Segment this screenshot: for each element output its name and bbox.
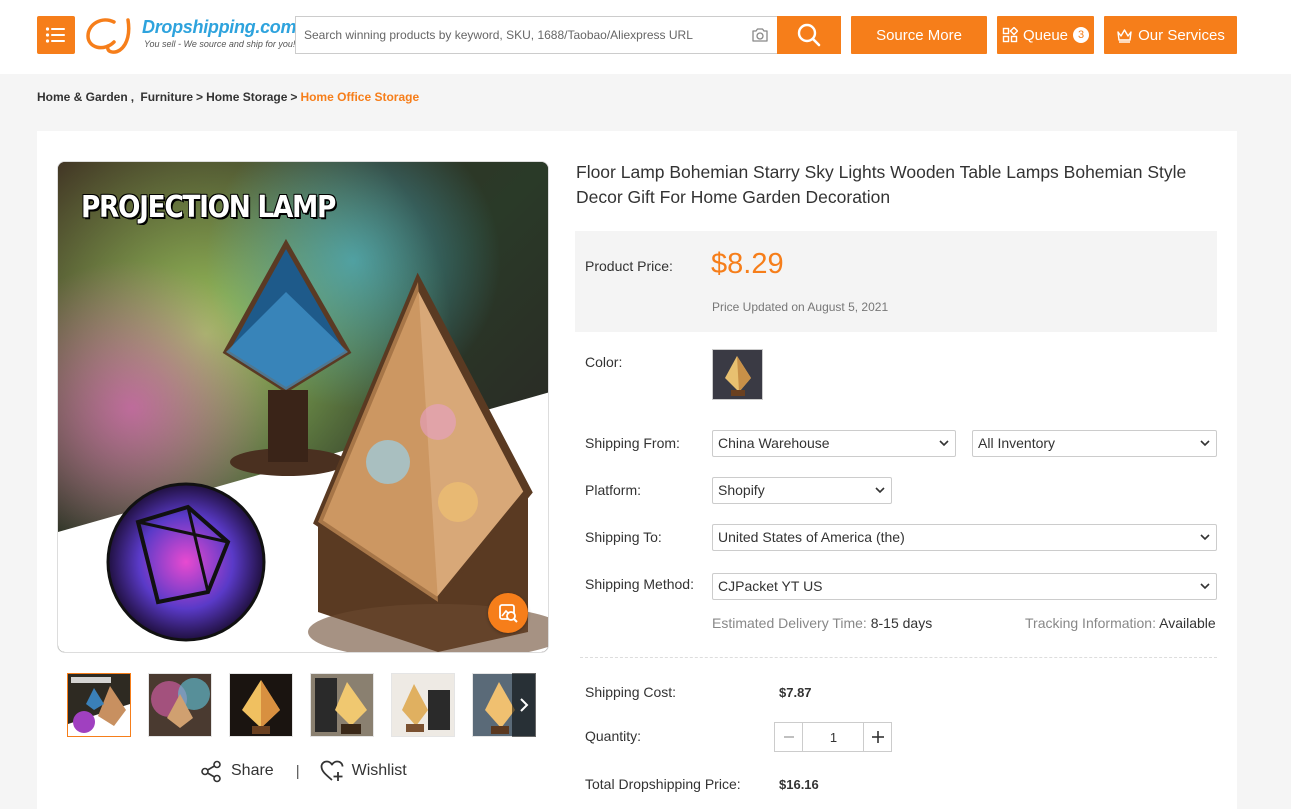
shipping-from-value: China Warehouse	[718, 435, 830, 451]
thumbnail[interactable]	[310, 673, 374, 737]
thumbnail[interactable]	[391, 673, 455, 737]
source-more-button[interactable]: Source More	[851, 16, 987, 54]
shipping-to-value: United States of America (the)	[718, 529, 905, 545]
chevron-down-icon	[1200, 534, 1210, 541]
queue-count-badge: 3	[1073, 27, 1090, 43]
queue-icon	[1002, 27, 1018, 43]
shipping-to-select[interactable]: United States of America (the)	[712, 524, 1217, 551]
wishlist-label: Wishlist	[351, 762, 407, 779]
queue-label: Queue	[1022, 26, 1069, 44]
color-label: Color:	[585, 354, 623, 370]
thumbnail-strip	[67, 673, 537, 737]
top-header: Dropshipping.com You sell - We source an…	[0, 0, 1291, 74]
total-price-value: $16.16	[779, 777, 819, 792]
breadcrumb-separator: >	[290, 90, 298, 104]
inventory-value: All Inventory	[978, 435, 1056, 451]
tracking-value: Available	[1159, 615, 1216, 631]
share-icon	[201, 760, 221, 782]
search-button[interactable]	[777, 16, 841, 54]
tracking-information: Tracking Information: Available	[1025, 615, 1216, 631]
chevron-down-icon	[1200, 583, 1210, 590]
platform-select[interactable]: Shopify	[712, 477, 892, 504]
product-title: Floor Lamp Bohemian Starry Sky Lights Wo…	[576, 162, 1187, 207]
chevron-down-icon	[875, 487, 885, 494]
action-divider: |	[295, 762, 300, 780]
shipping-method-label: Shipping Method:	[585, 576, 694, 592]
product-price: $8.29	[711, 248, 784, 280]
thumbnail[interactable]	[67, 673, 131, 737]
inventory-select[interactable]: All Inventory	[972, 430, 1217, 457]
price-updated-text: Price Updated on August 5, 2021	[712, 300, 889, 314]
breadcrumb-separator: >	[196, 90, 204, 104]
breadcrumb-item-home-storage[interactable]: Home Storage	[206, 90, 287, 104]
quantity-input[interactable]	[804, 723, 863, 751]
shipping-cost-value: $7.87	[779, 685, 812, 700]
heart-plus-icon	[320, 760, 344, 781]
menu-button[interactable]	[37, 16, 75, 54]
color-variant-swatch[interactable]	[712, 349, 763, 400]
projection-lamp-photo	[58, 162, 548, 652]
source-more-label: Source More	[876, 26, 962, 44]
delivery-label: Estimated Delivery Time:	[712, 615, 867, 631]
tracking-label: Tracking Information:	[1025, 615, 1156, 631]
shipping-to-label: Shipping To:	[585, 529, 662, 545]
share-button[interactable]: Share	[200, 760, 274, 783]
breadcrumb-current[interactable]: Home Office Storage	[300, 90, 419, 104]
queue-button[interactable]: Queue 3	[997, 16, 1094, 54]
breadcrumb: Home & Garden, Furniture > Home Storage > Ho…	[37, 90, 419, 104]
chevron-right-icon	[520, 698, 529, 712]
wishlist-button[interactable]: Wishlist	[320, 760, 407, 782]
logo-tagline: You sell - We source and ship for you!	[144, 39, 296, 49]
breadcrumb-item-home-garden[interactable]: Home & Garden	[37, 90, 128, 104]
thumbnail[interactable]	[229, 673, 293, 737]
our-services-label: Our Services	[1138, 26, 1225, 44]
site-logo[interactable]: Dropshipping.com You sell - We source an…	[84, 14, 297, 56]
main-product-image[interactable]: PROJECTION LAMP	[57, 161, 549, 653]
search-input[interactable]	[296, 17, 741, 53]
camera-icon[interactable]	[750, 25, 770, 45]
shipping-method-select[interactable]: CJPacket YT US	[712, 573, 1217, 600]
estimated-delivery: Estimated Delivery Time: 8-15 days	[712, 615, 932, 631]
cj-logo-mark	[86, 18, 131, 54]
our-services-button[interactable]: Our Services	[1104, 16, 1237, 54]
quantity-decrease-button[interactable]	[775, 723, 803, 751]
quantity-stepper	[774, 722, 892, 752]
breadcrumb-separator: ,	[130, 90, 135, 104]
quantity-increase-button[interactable]	[863, 723, 891, 751]
search-icon	[797, 23, 821, 47]
menu-icon	[45, 27, 65, 43]
thumbnail[interactable]	[148, 673, 212, 737]
price-panel	[575, 231, 1217, 332]
price-label: Product Price:	[585, 258, 673, 274]
thumbnail-next-button[interactable]	[512, 673, 536, 737]
chevron-down-icon	[939, 440, 949, 447]
minus-icon	[783, 736, 794, 738]
image-caption: PROJECTION LAMP	[81, 190, 336, 225]
share-wishlist-row: Share | Wishlist	[200, 759, 407, 783]
platform-value: Shopify	[718, 482, 765, 498]
shipping-method-value: CJPacket YT US	[718, 578, 823, 594]
shipping-from-select[interactable]: China Warehouse	[712, 430, 956, 457]
platform-label: Platform:	[585, 482, 642, 498]
breadcrumb-item-furniture[interactable]: Furniture	[140, 90, 193, 104]
chevron-down-icon	[1200, 440, 1210, 447]
plus-icon	[871, 731, 884, 743]
logo-brand: Dropshipping.com	[142, 17, 297, 37]
image-search-button[interactable]	[488, 593, 528, 633]
total-price-label: Total Dropshipping Price:	[585, 776, 741, 792]
delivery-value: 8-15 days	[870, 615, 933, 631]
shipping-cost-label: Shipping Cost:	[585, 684, 677, 700]
crown-icon	[1117, 28, 1132, 43]
image-search-icon	[499, 604, 518, 623]
share-label: Share	[231, 762, 274, 779]
section-divider	[580, 657, 1217, 658]
shipping-from-label: Shipping From:	[585, 435, 680, 451]
quantity-label: Quantity:	[585, 728, 642, 744]
search-box	[295, 16, 777, 54]
